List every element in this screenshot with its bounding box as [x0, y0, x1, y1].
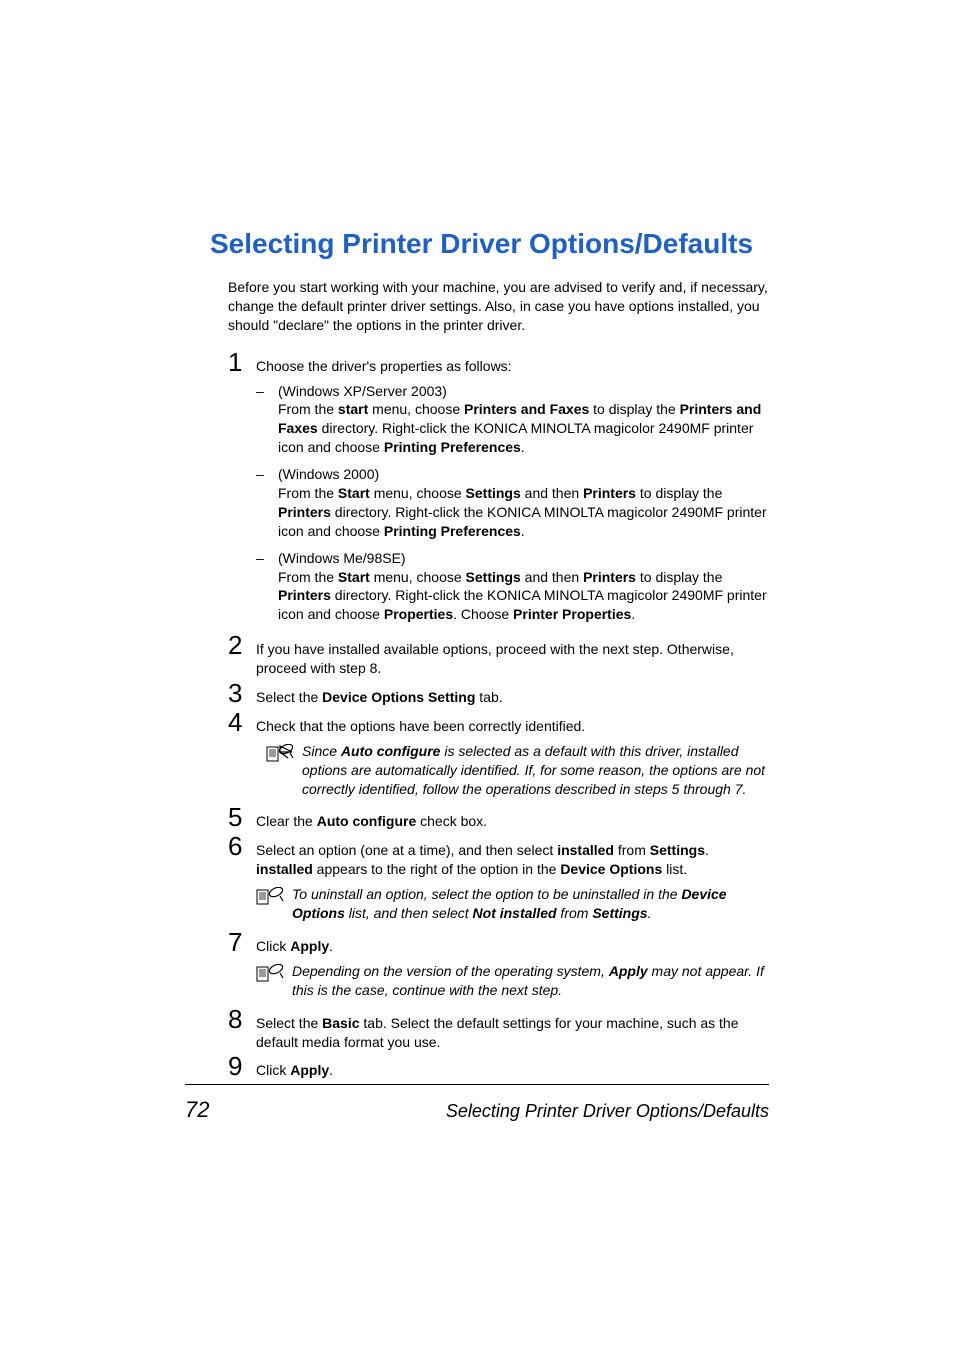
note-step-6: To uninstall an option, select the optio…: [256, 885, 769, 923]
step-2-text: If you have installed available options,…: [256, 632, 769, 678]
step-6: 6 Select an option (one at a time), and …: [228, 833, 769, 879]
step-number-7: 7: [228, 929, 256, 955]
step-3: 3 Select the Device Options Setting tab.: [228, 680, 769, 707]
note-step-7: Depending on the version of the operatin…: [256, 962, 769, 1000]
sub-item-2000: – (Windows 2000) From the Start menu, ch…: [256, 465, 769, 541]
step-1: 1 Choose the driver's properties as foll…: [228, 349, 769, 376]
intro-paragraph: Before you start working with your machi…: [228, 278, 769, 335]
note-icon: [256, 962, 292, 987]
step-number-1: 1: [228, 349, 256, 375]
dash-icon: –: [256, 382, 278, 458]
sub2-label: (Windows 2000): [278, 466, 379, 482]
step-5: 5 Clear the Auto configure check box.: [228, 804, 769, 831]
step-8: 8 Select the Basic tab. Select the defau…: [228, 1006, 769, 1052]
step-number-5: 5: [228, 804, 256, 830]
step-2: 2 If you have installed available option…: [228, 632, 769, 678]
dash-icon: –: [256, 465, 278, 541]
step-4-text: Check that the options have been correct…: [256, 709, 769, 736]
step-number-4: 4: [228, 709, 256, 735]
step-number-8: 8: [228, 1006, 256, 1032]
note-step-4: Since Auto configure is selected as a de…: [266, 742, 769, 799]
page-number: 72: [185, 1097, 209, 1123]
step-number-9: 9: [228, 1053, 256, 1079]
footer-divider: [185, 1084, 769, 1085]
note-icon: [266, 742, 302, 767]
dash-icon: –: [256, 549, 278, 625]
step-9: 9 Click Apply.: [228, 1053, 769, 1080]
note-icon: [256, 885, 292, 910]
step-4: 4 Check that the options have been corre…: [228, 709, 769, 736]
step-number-3: 3: [228, 680, 256, 706]
step-number-6: 6: [228, 833, 256, 859]
page-footer: 72 Selecting Printer Driver Options/Defa…: [185, 1084, 769, 1123]
main-heading: Selecting Printer Driver Options/Default…: [210, 228, 769, 260]
sub1-label: (Windows XP/Server 2003): [278, 383, 447, 399]
step-number-2: 2: [228, 632, 256, 658]
step-7: 7 Click Apply.: [228, 929, 769, 956]
step-1-text: Choose the driver's properties as follow…: [256, 349, 769, 376]
sub-item-xp: – (Windows XP/Server 2003) From the star…: [256, 382, 769, 458]
footer-title: Selecting Printer Driver Options/Default…: [446, 1101, 769, 1122]
sub-item-me98: – (Windows Me/98SE) From the Start menu,…: [256, 549, 769, 625]
sub3-label: (Windows Me/98SE): [278, 550, 406, 566]
